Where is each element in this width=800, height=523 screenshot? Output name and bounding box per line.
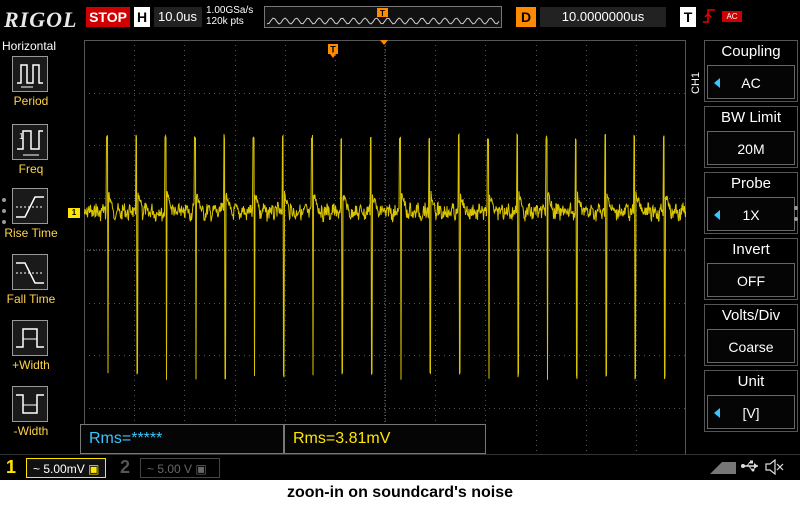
channel-status-bar: 1 ~ 5.00mV ▣ 2 ~ 5.00 V ▣: [0, 454, 800, 480]
ch2-scale-text: ~ 5.00 V: [147, 462, 193, 476]
timebase-value[interactable]: 10.0us: [154, 7, 202, 27]
probe-title: Probe: [730, 175, 772, 192]
rise-time-icon: [12, 188, 48, 224]
left-menu-page-dots: [2, 198, 8, 231]
freq-item[interactable]: 1 Freq: [0, 124, 62, 186]
memory-position-bar: T: [264, 6, 502, 28]
pos-width-label: +Width: [12, 358, 50, 372]
channel-tab: CH1: [690, 71, 702, 94]
invert-item[interactable]: Invert OFF: [704, 238, 798, 300]
bandwidth-limit-icon: ▣: [195, 462, 207, 476]
probe-item[interactable]: Probe 1X: [704, 172, 798, 234]
horizontal-measure-menu: Horizontal Period 1 Freq Rise Time Fall …: [0, 36, 62, 448]
left-menu-title: Horizontal: [2, 39, 57, 53]
memory-waveform-preview: T: [266, 8, 500, 25]
neg-width-label: -Width: [13, 424, 49, 438]
coupling-value-box[interactable]: AC: [707, 65, 795, 99]
right-menu-page-dots: [794, 206, 800, 228]
period-label: Period: [13, 94, 49, 108]
unit-title: Unit: [737, 373, 765, 390]
bw-limit-value: 20M: [737, 141, 765, 157]
ch2-scale[interactable]: ~ 5.00 V ▣: [140, 458, 220, 478]
rise-time-item[interactable]: Rise Time: [0, 188, 62, 250]
memory-depth: 120k pts: [206, 16, 244, 27]
acquisition-info: 1.00GSa/s 120k pts: [206, 5, 253, 27]
run-stop-status[interactable]: STOP: [86, 7, 130, 27]
usb-icon: [740, 459, 760, 476]
fall-time-icon: [12, 254, 48, 290]
svg-text:T: T: [330, 45, 336, 55]
pos-width-icon: [12, 320, 48, 356]
delay-value[interactable]: 10.0000000us: [540, 7, 666, 27]
select-arrow-icon: [714, 78, 720, 88]
period-item[interactable]: Period: [0, 56, 62, 118]
speaker-mute-icon[interactable]: [764, 458, 784, 480]
volts-div-value-box[interactable]: Coarse: [707, 329, 795, 363]
ch1-scale[interactable]: ~ 5.00mV ▣: [26, 458, 106, 478]
neg-width-icon: [12, 386, 48, 422]
probe-value: 1X: [742, 207, 760, 223]
ch2-number[interactable]: 2: [120, 457, 130, 478]
image-caption: zoon-in on soundcard's noise: [286, 484, 514, 501]
coupling-value: AC: [741, 75, 761, 91]
rise-time-label: Rise Time: [4, 226, 58, 240]
invert-title: Invert: [732, 241, 770, 258]
freq-label: Freq: [18, 162, 44, 176]
invert-value-box[interactable]: OFF: [707, 263, 795, 297]
ch1-number[interactable]: 1: [6, 457, 16, 478]
select-arrow-icon: [714, 408, 720, 418]
select-arrow-icon: [714, 210, 720, 220]
oscilloscope-screen: RIGOL STOP H 10.0us 1.00GSa/s 120k pts T…: [0, 0, 800, 480]
pos-width-item[interactable]: +Width: [0, 320, 62, 382]
period-icon: [12, 56, 48, 92]
bw-limit-item[interactable]: BW Limit 20M: [704, 106, 798, 168]
sample-rate: 1.00GSa/s: [206, 5, 254, 16]
svg-text:1: 1: [19, 132, 24, 141]
coupling-item[interactable]: Coupling AC: [704, 40, 798, 102]
trigger-level-arrow: [380, 40, 388, 45]
ch1-scale-text: ~ 5.00mV: [33, 462, 85, 476]
freq-icon: 1: [12, 124, 48, 160]
unit-value: [V]: [742, 405, 760, 421]
fall-time-item[interactable]: Fall Time: [0, 254, 62, 316]
waveform-display[interactable]: T: [84, 40, 686, 460]
volts-div-item[interactable]: Volts/Div Coarse: [704, 304, 798, 366]
bw-limit-title: BW Limit: [721, 109, 781, 126]
trigger-position-label: T: [380, 9, 385, 18]
trigger-time-marker: T: [328, 44, 338, 58]
delay-label: D: [516, 7, 536, 27]
trigger-label: T: [680, 7, 696, 27]
channel-settings-menu: Coupling AC BW Limit 20M Probe 1X Invert…: [704, 40, 800, 436]
volts-div-value: Coarse: [728, 339, 774, 355]
measurement-rms-ch2[interactable]: Rms=*****: [80, 424, 284, 454]
brand-logo: RIGOL: [4, 7, 78, 32]
volts-div-title: Volts/Div: [721, 307, 781, 324]
rising-edge-icon: [702, 8, 716, 27]
measurement-rms-ch1[interactable]: Rms=3.81mV: [284, 424, 486, 454]
invert-value: OFF: [737, 273, 765, 289]
neg-width-item[interactable]: -Width: [0, 386, 62, 448]
status-divider-shape: [710, 462, 736, 474]
unit-value-box[interactable]: [V]: [707, 395, 795, 429]
trigger-source-badge: AC: [722, 11, 742, 22]
top-status-bar: RIGOL STOP H 10.0us 1.00GSa/s 120k pts T…: [0, 0, 800, 36]
horizontal-label: H: [134, 7, 150, 27]
bw-limit-value-box[interactable]: 20M: [707, 131, 795, 165]
ch1-offset-marker[interactable]: 1: [68, 208, 80, 218]
fall-time-label: Fall Time: [6, 292, 56, 306]
coupling-title: Coupling: [721, 43, 781, 60]
probe-value-box[interactable]: 1X: [707, 197, 795, 231]
graticule: [84, 40, 686, 460]
bandwidth-limit-icon: ▣: [88, 462, 100, 476]
unit-item[interactable]: Unit [V]: [704, 370, 798, 432]
